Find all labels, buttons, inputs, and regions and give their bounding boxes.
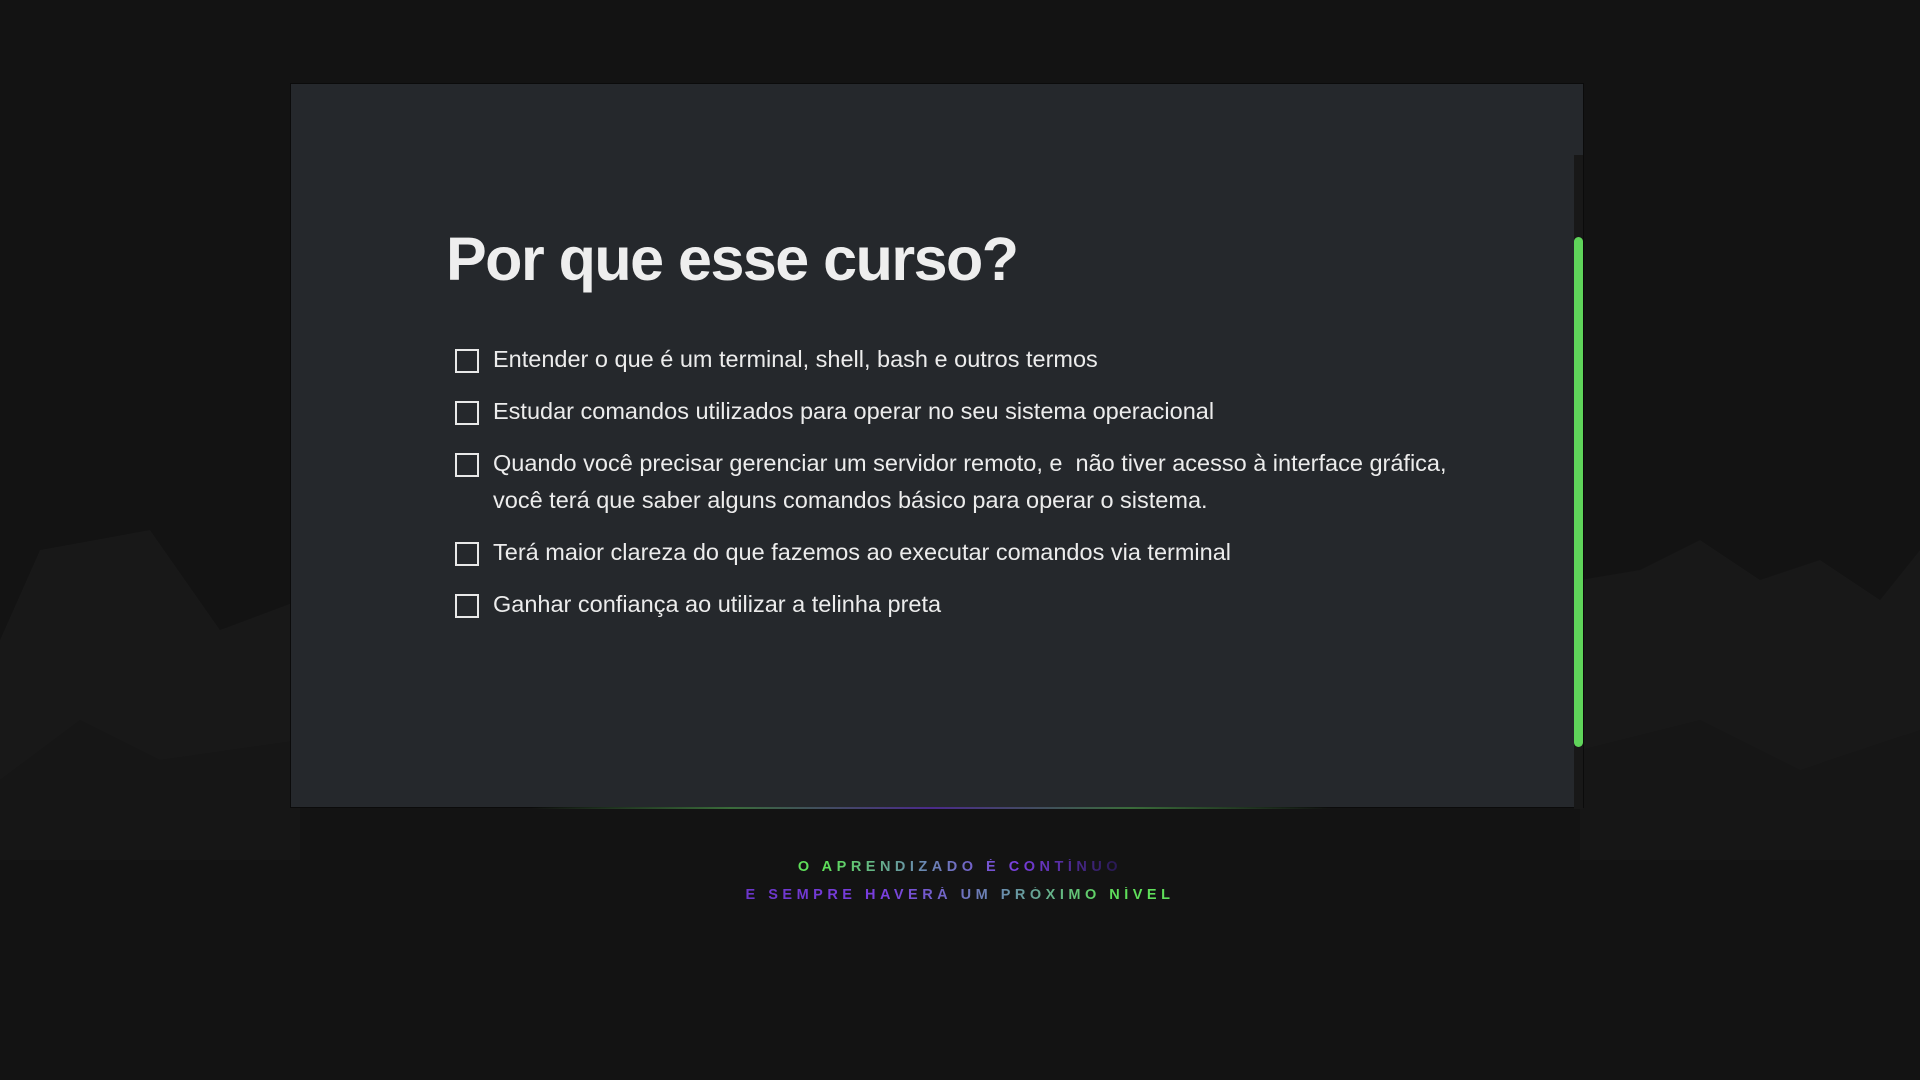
slide-title: Por que esse curso?: [446, 225, 1019, 293]
checklist-item-label: Entender o que é um terminal, shell, bas…: [493, 346, 1098, 372]
checkbox[interactable]: [455, 349, 479, 373]
checkbox[interactable]: [455, 401, 479, 425]
presentation-slide: Por que esse curso? Entender o que é um …: [290, 83, 1584, 809]
checklist-item: Terá maior clareza do que fazemos ao exe…: [455, 539, 1455, 571]
checklist-item: Quando você precisar gerenciar um servid…: [455, 450, 1455, 519]
checklist-item: Ganhar confiança ao utilizar a telinha p…: [455, 591, 1455, 623]
checklist-item-label: Estudar comandos utilizados para operar …: [493, 398, 1215, 424]
checklist-item: Estudar comandos utilizados para operar …: [455, 398, 1455, 430]
scrollbar-thumb[interactable]: [1574, 237, 1583, 747]
scrollbar-track[interactable]: [1574, 155, 1583, 809]
checkbox[interactable]: [455, 453, 479, 477]
checklist: Entender o que é um terminal, shell, bas…: [455, 346, 1455, 643]
slide-bottom-glow: [531, 807, 1331, 809]
checklist-item-label: Ganhar confiança ao utilizar a telinha p…: [493, 591, 942, 617]
checkbox[interactable]: [455, 594, 479, 618]
checkbox[interactable]: [455, 542, 479, 566]
checklist-item-label: Quando você precisar gerenciar um servid…: [493, 450, 1454, 513]
tagline-line-2: E SEMPRE HAVERÁ UM PRÓXIMO NÍVEL: [0, 887, 1920, 903]
checklist-item: Entender o que é um terminal, shell, bas…: [455, 346, 1455, 378]
checklist-item-label: Terá maior clareza do que fazemos ao exe…: [493, 539, 1232, 565]
tagline-line-1: O APRENDIZADO É CONTÍNUO: [0, 859, 1920, 875]
